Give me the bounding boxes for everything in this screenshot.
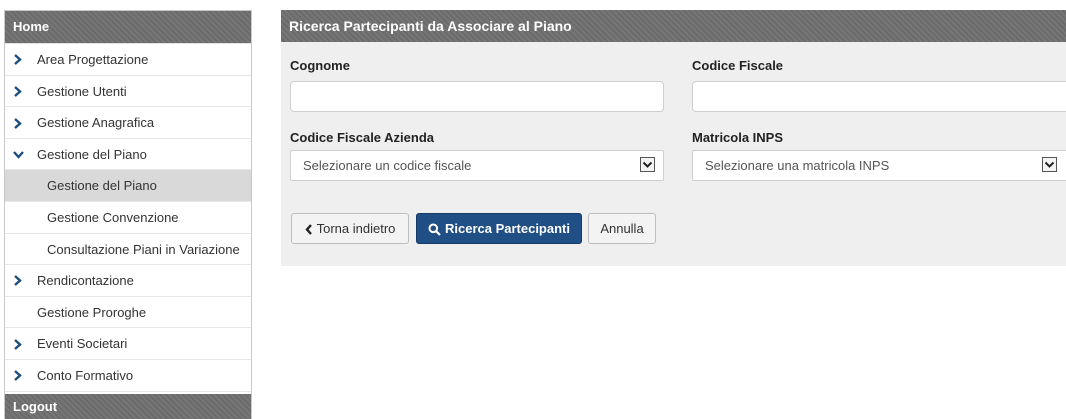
- cancel-button-label: Annulla: [600, 221, 644, 236]
- sidebar-item-gestione-utenti[interactable]: Gestione Utenti: [5, 76, 251, 108]
- sidebar-item-home[interactable]: Home: [5, 11, 251, 44]
- sidebar-item-label: Eventi Societari: [37, 336, 128, 352]
- sidebar-item-area-progettazione[interactable]: Area Progettazione: [5, 44, 251, 76]
- cf-azienda-label: Codice Fiscale Azienda: [290, 130, 435, 145]
- codice-fiscale-label: Codice Fiscale: [692, 58, 784, 73]
- chevron-right-icon: [13, 328, 37, 359]
- chevron-right-icon: [13, 44, 37, 75]
- cf-azienda-select[interactable]: Selezionare un codice fiscale: [290, 150, 664, 181]
- sidebar-item-gestione-proroghe[interactable]: Gestione Proroghe: [5, 297, 251, 329]
- chevron-down-icon: [13, 139, 37, 170]
- chevron-right-icon: [13, 107, 37, 138]
- chevron-down-icon: [1042, 157, 1057, 172]
- sidebar-item-label: Conto Formativo: [37, 367, 134, 383]
- search-icon: [428, 223, 441, 236]
- cf-azienda-selected: Selezionare un codice fiscale: [303, 158, 472, 173]
- sidebar-item-logout[interactable]: Logout: [5, 394, 251, 419]
- search-button-label: Ricerca Partecipanti: [444, 221, 570, 236]
- sidebar-item-label: Gestione del Piano: [47, 178, 157, 194]
- sidebar-item-label: Rendicontazione: [37, 273, 134, 289]
- sidebar-item-rendicontazione[interactable]: Rendicontazione: [5, 265, 251, 297]
- matricola-select[interactable]: Selezionare una matricola INPS: [692, 150, 1066, 181]
- sidebar-item-label: Gestione Proroghe: [37, 304, 147, 320]
- sidebar-item-gestione-anagrafica[interactable]: Gestione Anagrafica: [5, 107, 251, 139]
- back-button[interactable]: Torna indietro: [291, 213, 409, 244]
- sidebar-item-eventi-societari[interactable]: Eventi Societari: [5, 328, 251, 360]
- cognome-label: Cognome: [290, 58, 350, 73]
- sidebar-item-label: Consultazione Piani in Variazione: [47, 241, 240, 257]
- chevron-right-icon: [13, 265, 37, 296]
- search-panel: Ricerca Partecipanti da Associare al Pia…: [281, 10, 1066, 266]
- sidebar-item-conto-formativo[interactable]: Conto Formativo: [5, 360, 251, 392]
- sidebar-subitem-gestione-del-piano[interactable]: Gestione del Piano: [5, 170, 251, 202]
- sidebar-item-label: Area Progettazione: [37, 52, 149, 67]
- panel-title: Ricerca Partecipanti da Associare al Pia…: [281, 10, 1066, 42]
- cancel-button[interactable]: Annulla: [588, 213, 656, 244]
- sidebar: Home Area Progettazione Gestione Utenti …: [4, 10, 252, 419]
- sidebar-subitem-gestione-convenzione[interactable]: Gestione Convenzione: [5, 202, 251, 234]
- search-button[interactable]: Ricerca Partecipanti: [416, 213, 582, 244]
- sidebar-item-gestione-del-piano[interactable]: Gestione del Piano: [5, 139, 251, 171]
- sidebar-item-label: Gestione Anagrafica: [37, 115, 155, 131]
- back-button-label: Torna indietro: [316, 221, 396, 236]
- sidebar-subitem-consultazione-piani[interactable]: Consultazione Piani in Variazione: [5, 234, 251, 266]
- sidebar-item-label: Gestione Convenzione: [47, 209, 179, 225]
- chevron-down-icon: [640, 157, 655, 172]
- matricola-label: Matricola INPS: [692, 130, 784, 145]
- sidebar-item-label: Gestione Utenti: [37, 83, 127, 99]
- chevron-right-icon: [13, 360, 37, 391]
- chevron-left-icon: [305, 224, 312, 235]
- sidebar-item-label: Gestione del Piano: [37, 146, 147, 162]
- cognome-input[interactable]: [290, 81, 664, 112]
- codice-fiscale-input[interactable]: [692, 81, 1066, 112]
- matricola-selected: Selezionare una matricola INPS: [705, 158, 890, 173]
- chevron-right-icon: [13, 76, 37, 107]
